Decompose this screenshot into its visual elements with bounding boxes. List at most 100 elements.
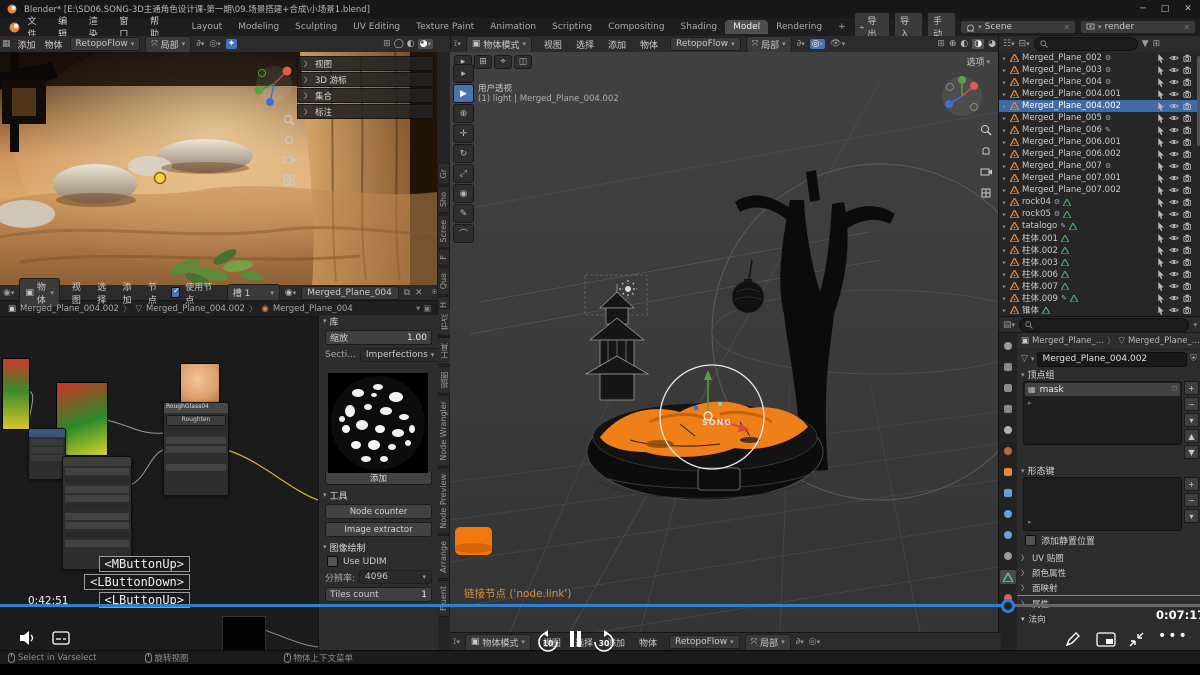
eye-icon[interactable] [1169,174,1179,182]
editor-type-icon[interactable]: ⟟▾ [454,39,461,49]
camera-render-icon[interactable] [1183,210,1193,218]
properties-search-input[interactable] [1019,318,1189,332]
selectable-icon[interactable] [1157,294,1165,303]
properties-options-icon[interactable]: ▾ [1193,321,1197,329]
camera-render-icon[interactable] [1183,150,1193,158]
scene-selector[interactable]: ▾Scene ✕ [960,20,1076,34]
camera-render-icon[interactable] [1183,294,1193,302]
eye-icon[interactable] [1169,222,1179,230]
slot-selector[interactable]: 槽 1▾ [227,284,280,301]
properties-tab-scene-icon[interactable] [1000,423,1016,437]
mapping-node[interactable] [62,456,132,570]
grid-toggle-icon[interactable] [283,174,295,186]
eye-icon[interactable] [1169,66,1179,74]
outliner-row[interactable]: ▸锥体 [999,304,1200,316]
workspace-tab-compositing[interactable]: Compositing [600,20,672,34]
workspace-tab-animation[interactable]: Animation [482,20,544,34]
tool-select-box[interactable]: ▶ [453,84,474,103]
camera-render-icon[interactable] [1183,162,1193,170]
camera-render-icon[interactable] [1183,306,1193,314]
camera-render-icon[interactable] [1183,114,1193,122]
prop-breadcrumb-object[interactable]: Merged_Plane_... [1032,336,1104,346]
properties-tab-constraints-icon[interactable] [1000,549,1016,563]
outliner-row[interactable]: ▸rock05⚙ [999,208,1200,220]
outliner-row[interactable]: ▸Merged_Plane_004⚙ [999,76,1200,88]
camera-view-icon[interactable] [283,154,295,166]
expand-arrow-icon[interactable]: ▸ [1003,115,1010,122]
outliner-row[interactable]: ▸Merged_Plane_006.002 [999,148,1200,160]
camera-render-icon[interactable] [1183,174,1193,182]
selectable-icon[interactable] [1157,138,1165,147]
outliner-row[interactable]: ▸rock04⚙ [999,196,1200,208]
selectable-icon[interactable] [1157,234,1165,243]
viewport-pill-2[interactable]: ⊞ [474,55,492,69]
camera-render-icon[interactable] [1183,282,1193,290]
workspace-tab-model[interactable]: Model [725,20,768,34]
viewport-menu-2[interactable]: 添加 [601,36,633,53]
skey-add-button[interactable]: + [1184,477,1199,491]
collapsed-panel-1[interactable]: 〉颜色属性 [1017,565,1200,580]
selectable-icon[interactable] [1157,102,1165,111]
tool-scale[interactable]: ⤢ [453,164,474,183]
bottom-orientation-selector[interactable]: ⤧局部▾ [745,634,791,651]
bottom-viewport-menu-0[interactable]: 视图 [536,634,568,651]
collapsed-panel-4[interactable]: ▾法向 [1017,611,1200,626]
selectable-icon[interactable] [1157,66,1165,75]
expand-arrow-icon[interactable]: ▸ [1003,247,1010,254]
properties-tab-physics-icon[interactable] [1000,528,1016,542]
selectable-icon[interactable] [1157,78,1165,87]
eye-icon[interactable] [1169,210,1179,218]
selectable-icon[interactable] [1157,222,1165,231]
vp-ortho-icon[interactable] [980,187,992,199]
vp-camera-icon[interactable] [980,166,992,178]
vertex-groups-title[interactable]: 顶点组 [1028,368,1055,381]
tool-annotate[interactable]: ✎ [453,204,474,223]
selectable-icon[interactable] [1157,270,1165,279]
image-preview-node[interactable] [222,616,266,650]
properties-type-icon[interactable]: ▤▾ [1003,320,1015,330]
expand-arrow-icon[interactable]: ▸ [1003,175,1010,182]
vp-zoom-icon[interactable] [980,124,992,136]
camera-render-icon[interactable] [1183,54,1193,62]
vgroup-specials-button[interactable]: ▾ [1184,413,1199,427]
camera-render-icon[interactable] [1183,186,1193,194]
bottom-viewport-menu-2[interactable]: 添加 [600,634,632,651]
outliner-row[interactable]: ▸Merged_Plane_004.002 [999,100,1200,112]
camera-render-icon[interactable] [1183,198,1193,206]
left-sidebar-tab-3[interactable]: F [437,249,450,266]
pin-icon[interactable]: ⍟ [432,288,437,298]
tool-tweak[interactable]: ▸ [453,64,474,83]
properties-tab-render-icon[interactable] [1000,360,1016,374]
material-name-field[interactable]: Merged_Plane_004 [301,286,398,300]
eye-icon[interactable] [1169,138,1179,146]
properties-tab-material-icon[interactable] [1000,591,1016,605]
expand-arrow-icon[interactable]: ▸ [1003,55,1010,62]
shading-rendered-icon[interactable]: ◑ [972,39,984,49]
outliner-row[interactable]: ▸Merged_Plane_003⚙ [999,64,1200,76]
eye-icon[interactable] [1169,186,1179,194]
shape-keys-title[interactable]: 形态键 [1028,464,1055,477]
node-editor-type-icon[interactable]: ◉▾ [3,288,14,298]
selectable-icon[interactable] [1157,150,1165,159]
blender-menu-icon[interactable] [8,21,20,34]
gizmo-toggle-icon[interactable]: 👁▾ [830,39,845,49]
node-sidebar-tab-6[interactable]: Fluent [437,580,450,617]
prop-breadcrumb-data[interactable]: Merged_Plane_... [1128,336,1200,346]
camera-render-icon[interactable] [1183,258,1193,266]
overlay-panel-0[interactable]: 〉视图 [297,56,434,71]
collapsed-panel-0[interactable]: 〉UV 贴图 [1017,550,1200,565]
viewport-pill-4[interactable]: ◫ [514,55,532,69]
vgroup-moveup-button[interactable]: ▲ [1184,429,1199,443]
eye-icon[interactable] [1169,162,1179,170]
properties-tab-particles-icon[interactable] [1000,507,1016,521]
expand-arrow-icon[interactable]: ▸ [1003,211,1010,218]
outliner-row[interactable]: ▸柱体.009✎ [999,292,1200,304]
expand-arrow-icon[interactable]: ▸ [1003,127,1010,134]
breadcrumb-object[interactable]: Merged_Plane_004.002 [20,304,119,314]
node-counter-button[interactable]: Node counter [325,504,432,519]
skey-specials-button[interactable]: ▾ [1184,509,1199,523]
view-layer-selector[interactable]: ▾render ✕ [1080,20,1196,34]
add-workspace-button[interactable]: + [830,20,854,34]
camera-render-icon[interactable] [1183,222,1193,230]
selectable-icon[interactable] [1157,210,1165,219]
